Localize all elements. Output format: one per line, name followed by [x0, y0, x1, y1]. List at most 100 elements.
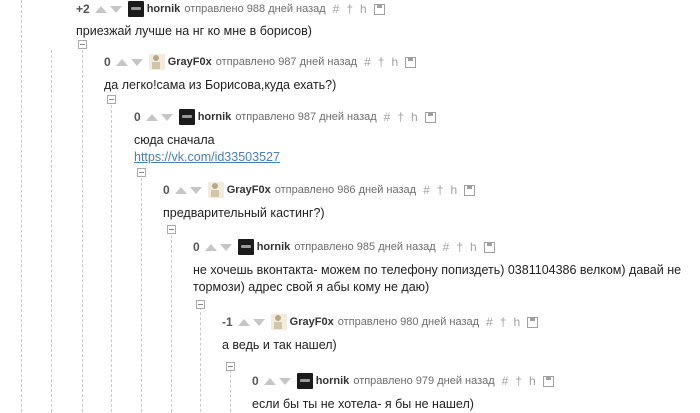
comment-text: приезжай лучше на нг ко мне в борисов) [76, 24, 312, 38]
sent-time: отправлено 987 дней назад [235, 111, 377, 123]
comment-text: а ведь и так нашел) [222, 338, 337, 352]
avatar[interactable] [127, 1, 144, 17]
rating: 0 [104, 55, 111, 69]
avatar[interactable] [207, 182, 224, 198]
profile-link[interactable]: https://vk.com/id33503527 [134, 150, 280, 164]
down-vote-arrow-icon[interactable] [189, 186, 202, 194]
hash-icon[interactable]: # [364, 55, 371, 69]
avatar[interactable] [296, 373, 313, 389]
collapse-toggle[interactable] [78, 40, 87, 49]
avatar[interactable] [148, 54, 165, 70]
branch-icon[interactable]: h [450, 183, 457, 197]
branch-icon[interactable]: h [411, 110, 418, 124]
comment-text: предварительный кастинг?) [163, 206, 325, 220]
comment-text: не хочешь вконтакта- можем по телефону п… [193, 262, 681, 296]
up-vote-arrow-icon[interactable] [145, 113, 158, 121]
pin-icon[interactable]: † [397, 110, 404, 124]
thread-line [51, 50, 52, 412]
rating: 0 [163, 183, 170, 197]
thread-line [141, 178, 142, 412]
hash-icon[interactable]: # [333, 2, 340, 16]
branch-icon[interactable]: h [391, 55, 398, 69]
sent-time: отправлено 980 дней назад [337, 316, 480, 328]
save-icon[interactable] [527, 316, 539, 328]
pin-icon[interactable]: † [378, 55, 385, 69]
save-icon[interactable] [405, 56, 417, 68]
username[interactable]: GrayF0x [168, 56, 212, 68]
save-icon[interactable] [542, 375, 554, 387]
hash-icon[interactable]: # [423, 183, 430, 197]
comment-header: 0 hornik отправлено 979 дней назад # † h [252, 372, 554, 390]
username[interactable]: hornik [316, 375, 350, 387]
pin-icon[interactable]: † [346, 2, 353, 16]
username[interactable]: hornik [198, 111, 232, 123]
hash-icon[interactable]: # [443, 240, 450, 254]
sent-time: отправлено 988 дней назад [184, 3, 326, 15]
thread-line [111, 105, 112, 412]
rating: 0 [252, 374, 259, 388]
rating: -1 [222, 315, 233, 329]
down-vote-arrow-icon[interactable] [219, 243, 232, 251]
username[interactable]: GrayF0x [290, 316, 334, 328]
sent-time: отправлено 987 дней назад [215, 56, 358, 68]
hash-icon[interactable]: # [486, 315, 493, 329]
comment-text-line: не хочешь вконтакта- можем по телефону п… [193, 263, 682, 277]
down-vote-arrow-icon[interactable] [109, 5, 122, 13]
thread-line [21, 0, 22, 412]
comment-text: сюда сначала https://vk.com/id33503527 [134, 132, 280, 166]
up-vote-arrow-icon[interactable] [204, 243, 217, 251]
thread-line [82, 50, 83, 412]
thread-line [171, 235, 172, 412]
save-icon[interactable] [464, 184, 476, 196]
up-vote-arrow-icon[interactable] [94, 5, 107, 13]
collapse-toggle[interactable] [226, 362, 235, 371]
sent-time: отправлено 986 дней назад [274, 184, 417, 196]
branch-icon[interactable]: h [529, 374, 536, 388]
thread-line [200, 307, 201, 412]
username[interactable]: hornik [147, 3, 181, 15]
collapse-toggle[interactable] [107, 95, 116, 104]
collapse-toggle[interactable] [137, 168, 146, 177]
comment-header: 0 GrayF0x отправлено 987 дней назад # † … [104, 53, 417, 71]
up-vote-arrow-icon[interactable] [115, 58, 128, 66]
comment-header: +2 hornik отправлено 988 дней назад # † … [76, 0, 385, 18]
down-vote-arrow-icon[interactable] [160, 113, 173, 121]
comment-text: да легко!сама из Борисова,куда ехать?) [104, 78, 337, 92]
save-icon[interactable] [373, 3, 385, 15]
hash-icon[interactable]: # [384, 110, 391, 124]
up-vote-arrow-icon[interactable] [174, 186, 187, 194]
pin-icon[interactable]: † [456, 240, 463, 254]
avatar[interactable] [178, 109, 195, 125]
comment-header: 0 GrayF0x отправлено 986 дней назад # † … [163, 181, 476, 199]
pin-icon[interactable]: † [437, 183, 444, 197]
up-vote-arrow-icon[interactable] [237, 318, 250, 326]
pin-icon[interactable]: † [500, 315, 507, 329]
avatar[interactable] [270, 314, 287, 330]
comment-text-line: тормози) адрес свой я абы кому не даю) [193, 280, 430, 294]
down-vote-arrow-icon[interactable] [130, 58, 143, 66]
hash-icon[interactable]: # [502, 374, 509, 388]
up-vote-arrow-icon[interactable] [263, 377, 276, 385]
username[interactable]: hornik [257, 241, 291, 253]
comment-header: 0 hornik отправлено 987 дней назад # † h [134, 108, 436, 126]
comment-header: -1 GrayF0x отправлено 980 дней назад # †… [222, 313, 539, 331]
branch-icon[interactable]: h [513, 315, 520, 329]
comment-header: 0 hornik отправлено 985 дней назад # † h [193, 238, 495, 256]
username[interactable]: GrayF0x [227, 184, 271, 196]
avatar[interactable] [237, 239, 254, 255]
rating: 0 [193, 240, 200, 254]
pin-icon[interactable]: † [515, 374, 522, 388]
collapse-toggle[interactable] [196, 300, 205, 309]
down-vote-arrow-icon[interactable] [252, 318, 265, 326]
rating: 0 [134, 110, 141, 124]
comment-text: если бы ты не хотела- я бы не нашел) [252, 397, 474, 411]
down-vote-arrow-icon[interactable] [278, 377, 291, 385]
thread-line [230, 370, 231, 412]
save-icon[interactable] [483, 241, 495, 253]
branch-icon[interactable]: h [360, 2, 367, 16]
sent-time: отправлено 985 дней назад [294, 241, 436, 253]
sent-time: отправлено 979 дней назад [353, 375, 495, 387]
branch-icon[interactable]: h [470, 240, 477, 254]
save-icon[interactable] [424, 111, 436, 123]
collapse-toggle[interactable] [167, 225, 176, 234]
